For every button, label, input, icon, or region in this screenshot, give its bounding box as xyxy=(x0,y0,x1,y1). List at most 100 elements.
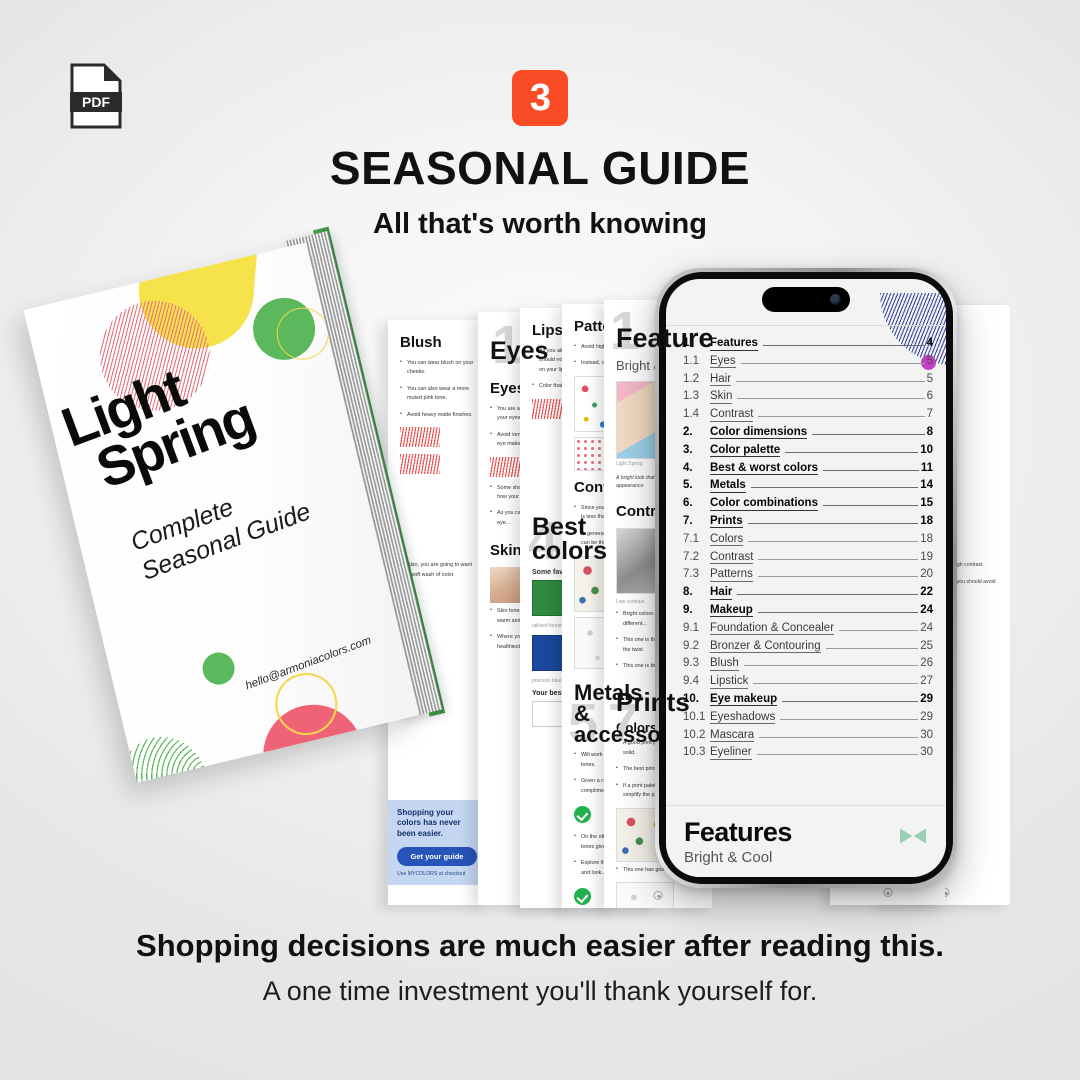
toc-leader-line xyxy=(780,718,919,720)
toc-leader-line xyxy=(825,647,919,649)
toc-row-label: Lipstick xyxy=(710,675,749,689)
toc-row-page: 8 xyxy=(926,425,933,438)
toc-row[interactable]: 9.4 Lipstick 27 xyxy=(683,675,933,693)
toc-row[interactable]: 8. Hair 22 xyxy=(683,586,933,604)
page-heading-features: Features xyxy=(616,323,712,353)
toc-row-label: Foundation & Concealer xyxy=(710,621,835,636)
toc-row-page: 26 xyxy=(920,657,933,670)
toc-row-number: 7.3 xyxy=(683,568,699,581)
toc-row[interactable]: 2. Color dimensions 8 xyxy=(683,426,933,444)
toc-row-page: 4 xyxy=(926,337,933,349)
toc-row[interactable]: 9.2 Bronzer & Contouring 25 xyxy=(683,640,933,658)
toc-row[interactable]: 5. Metals 14 xyxy=(683,479,933,497)
footer-subline: A one time investment you'll thank yours… xyxy=(262,976,818,1006)
phone-mockup: 1. Features 4 1.1 Eyes 5 1.2 Hair 5 1.3 Skin 6 1.4 Co… xyxy=(655,268,957,888)
toc-row-label: Hair xyxy=(710,586,733,600)
toc-leader-line xyxy=(757,611,919,613)
page-heading-prints: Prints xyxy=(616,686,690,717)
toc-row-number: 9. xyxy=(683,603,693,616)
toc-row-page: 14 xyxy=(920,479,933,492)
toc-row-label: Metals xyxy=(710,479,746,493)
toc-row[interactable]: 9.3 Blush 26 xyxy=(683,657,933,675)
toc-row-page: 6 xyxy=(926,390,933,403)
toc-row-page: 20 xyxy=(920,568,933,581)
toc-row[interactable]: 4. Best & worst colors 11 xyxy=(683,462,933,480)
toc-row-number: 9.2 xyxy=(683,639,699,652)
toc-row-number: 6. xyxy=(683,497,693,510)
toc-row-label: Contrast xyxy=(710,408,754,422)
toc-leader-line xyxy=(747,522,919,524)
toc-row-page: 10 xyxy=(920,443,933,456)
toc-row-page: 27 xyxy=(920,675,933,688)
toc-leader-line xyxy=(823,469,919,471)
toc-row-number: 1.2 xyxy=(683,372,699,385)
toc-row-page: 5 xyxy=(926,372,933,385)
pdf-file-icon: PDF xyxy=(70,63,122,129)
toc-row-number: 1.4 xyxy=(683,408,699,421)
decor-green-arcs xyxy=(108,727,220,783)
toc-row-page: 25 xyxy=(920,639,933,652)
toc-row-label: Eyes xyxy=(710,354,736,369)
screen-footer: Features Bright & Cool xyxy=(666,805,946,877)
toc-leader-line xyxy=(736,380,925,382)
toc-row-number: 7.1 xyxy=(683,532,699,545)
toc-row-number: 1.3 xyxy=(683,390,699,403)
toc-leader-line xyxy=(839,629,919,631)
toc-row[interactable]: 3. Color palette 10 xyxy=(683,444,933,462)
dynamic-island xyxy=(762,287,850,312)
toc-row-page: 30 xyxy=(920,746,933,759)
screen-footer-title: Features xyxy=(684,817,792,847)
toc-row[interactable]: 1.2 Hair 5 xyxy=(683,373,933,391)
toc-row-page: 22 xyxy=(920,586,933,599)
toc-row[interactable]: 6. Color combinations 15 xyxy=(683,497,933,515)
toc-leader-line xyxy=(785,451,919,453)
toc-row-label: Blush xyxy=(710,657,739,671)
toc-row-label: Color dimensions xyxy=(710,425,808,440)
toc-row[interactable]: 7. Prints 18 xyxy=(683,515,933,533)
toc-row-label: Features xyxy=(710,337,758,351)
toc-row-page: 29 xyxy=(920,692,933,705)
toc-row-label: Bronzer & Contouring xyxy=(710,639,821,654)
toc-row[interactable]: 7.3 Patterns 20 xyxy=(683,568,933,586)
toc-row[interactable]: 1.1 Eyes 5 xyxy=(683,355,933,373)
phone-screen: 1. Features 4 1.1 Eyes 5 1.2 Hair 5 1.3 Skin 6 1.4 Co… xyxy=(666,279,946,877)
toc-row[interactable]: 9. Makeup 24 xyxy=(683,604,933,622)
toc-row-number: 9.4 xyxy=(683,675,699,688)
toc-row[interactable]: 10.3 Eyeliner 30 xyxy=(683,746,933,764)
page-number-dot xyxy=(883,888,892,897)
toc-row[interactable]: 10.1 Eyeshadows 29 xyxy=(683,711,933,729)
toc-row[interactable]: 7.1 Colors 18 xyxy=(683,533,933,551)
toc-row-number: 10.2 xyxy=(683,728,706,741)
toc-row[interactable]: 1.3 Skin 6 xyxy=(683,390,933,408)
toc-row-label: Color combinations xyxy=(710,497,818,511)
toc-leader-line xyxy=(740,362,925,364)
toc-row[interactable]: 1.4 Contrast 7 xyxy=(683,408,933,426)
toc-leader-line xyxy=(822,505,919,507)
butterfly-icon xyxy=(900,828,926,844)
book-cover: Light Spring Complete Seasonal Guide hel… xyxy=(23,242,419,783)
toc-leader-line xyxy=(812,433,925,435)
toc-row-page: 11 xyxy=(920,461,933,474)
toc-row-number: 9.1 xyxy=(683,621,699,634)
toc-leader-line xyxy=(758,558,919,560)
toc-row-label: Mascara xyxy=(710,728,755,743)
toc-leader-line xyxy=(748,540,919,542)
toc-row-page: 24 xyxy=(920,621,933,634)
toc-row-number: 7. xyxy=(683,514,693,527)
toc-row-number: 4. xyxy=(683,461,693,474)
toc-leader-line xyxy=(757,576,919,578)
toc-row[interactable]: 7.2 Contrast 19 xyxy=(683,551,933,569)
toc-row-page: 30 xyxy=(920,728,933,741)
toc-row-label: Makeup xyxy=(710,603,753,618)
toc-row[interactable]: 9.1 Foundation & Concealer 24 xyxy=(683,622,933,640)
toc-row-label: Skin xyxy=(710,390,733,404)
toc-row[interactable]: 10. Eye makeup 29 xyxy=(683,693,933,711)
page-heading-eyes: Eyes xyxy=(490,337,549,365)
toc-row-page: 29 xyxy=(920,710,933,723)
toc-leader-line xyxy=(762,345,925,346)
toc-row-number: 1.1 xyxy=(683,354,699,367)
toc-row[interactable]: 10.2 Mascara 30 xyxy=(683,729,933,747)
toc-row-label: Best & worst colors xyxy=(710,461,818,476)
toc-row[interactable]: 1. Features 4 xyxy=(683,337,933,355)
toc-leader-line xyxy=(759,736,919,738)
